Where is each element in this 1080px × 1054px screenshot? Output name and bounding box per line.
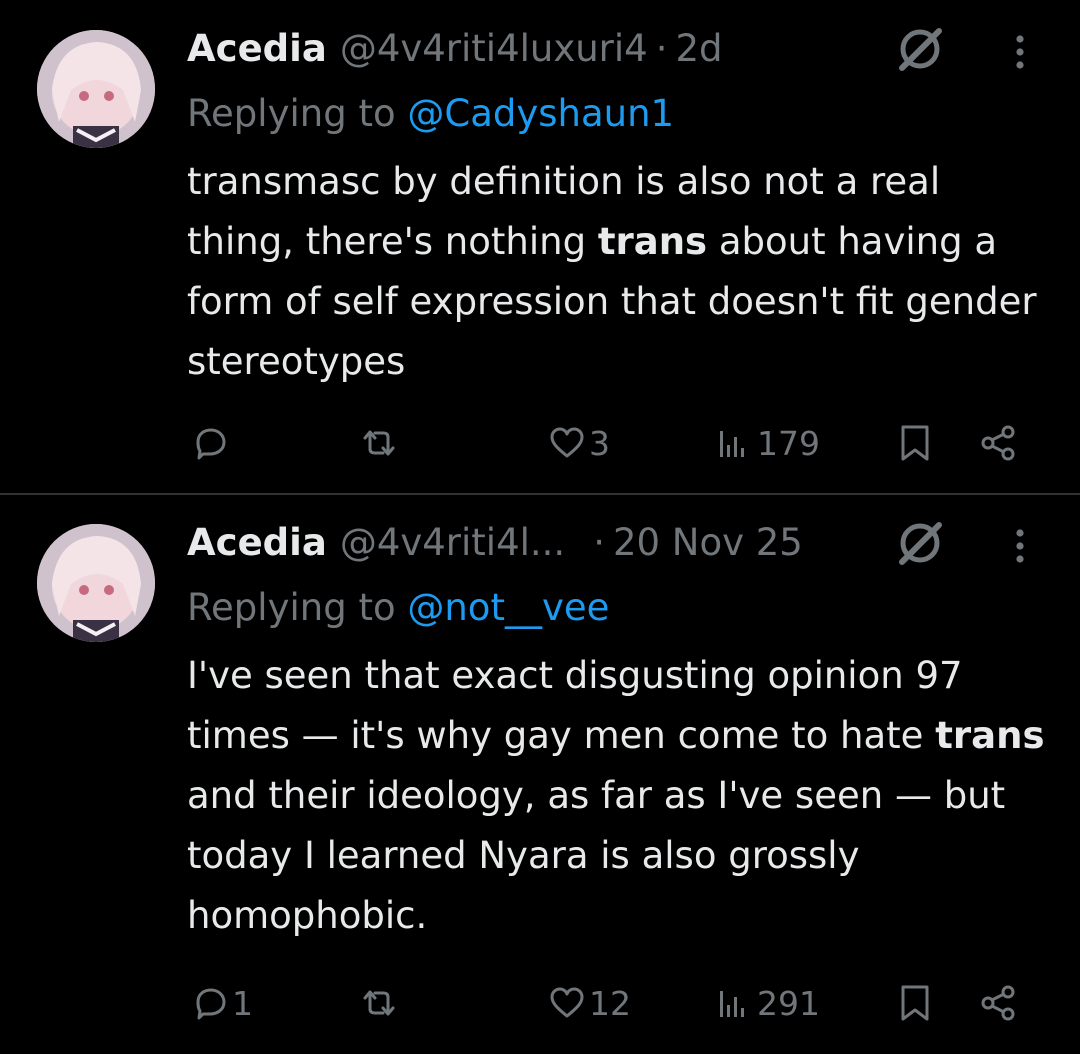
retweet-icon [363, 430, 395, 456]
view-count: 179 [757, 423, 820, 463]
share-icon [981, 425, 1015, 461]
views-bar-chart-icon [720, 431, 744, 457]
bookmark-button[interactable] [895, 418, 935, 468]
heart-icon [550, 427, 584, 458]
tweet-text: I've seen that exact disgusting opinion … [187, 646, 1047, 946]
reply-button[interactable]: 1 [190, 978, 253, 1028]
like-count: 3 [589, 423, 610, 463]
like-count: 12 [589, 983, 631, 1023]
more-vertical-dots-icon[interactable] [1005, 32, 1035, 72]
tweet[interactable]: Acedia @4v4riti4luxuri4 · 2d Replying to… [0, 0, 1080, 494]
view-count: 291 [757, 983, 820, 1023]
user-handle[interactable]: @4v4riti4luxuri4 [340, 24, 648, 74]
replying-to-label: Replying to [187, 92, 408, 135]
display-name[interactable]: Acedia [187, 24, 327, 74]
action-bar: 3 179 [187, 418, 1047, 468]
grok-slash-circle-icon[interactable] [893, 516, 947, 570]
tweet-text-highlight: trans [935, 714, 1045, 757]
share-icon [981, 985, 1015, 1021]
retweet-icon [363, 990, 395, 1016]
grok-slash-circle-icon[interactable] [893, 22, 947, 76]
like-button[interactable]: 3 [547, 418, 610, 468]
separator-dot: · [655, 27, 668, 70]
separator-dot: · [593, 521, 605, 564]
replying-to-line: Replying to @Cadyshaun1 [187, 88, 674, 140]
tweet-text-segment: I've seen that exact disgusting opinion … [187, 654, 963, 757]
more-vertical-dots-icon[interactable] [1005, 526, 1035, 566]
tweet-text: transmasc by definition is also not a re… [187, 152, 1047, 392]
avatar-image [37, 524, 155, 642]
bookmark-icon [901, 425, 929, 461]
reply-bubble-icon [196, 988, 226, 1020]
timestamp[interactable]: 2d [675, 24, 722, 74]
reply-bubble-icon [196, 428, 226, 460]
avatar-image [37, 30, 155, 148]
share-button[interactable] [978, 978, 1018, 1028]
action-bar: 1 12 291 [187, 978, 1047, 1028]
replying-to-label: Replying to [187, 586, 408, 629]
views-bar-chart-icon [720, 991, 744, 1017]
replying-to-line: Replying to @not__vee [187, 582, 609, 634]
user-handle[interactable]: @4v4riti4l... [340, 518, 565, 568]
avatar[interactable] [37, 524, 155, 642]
views-button[interactable]: 291 [715, 978, 820, 1028]
share-button[interactable] [978, 418, 1018, 468]
retweet-button[interactable] [359, 978, 401, 1028]
views-button[interactable]: 179 [715, 418, 820, 468]
tweet-header: Acedia @4v4riti4l... · 20 Nov 25 [187, 518, 803, 568]
tweet-text-highlight: trans [597, 220, 708, 263]
bookmark-icon [901, 985, 929, 1021]
tweet[interactable]: Acedia @4v4riti4l... · 20 Nov 25 Replyin… [0, 494, 1080, 1054]
tweet-header: Acedia @4v4riti4luxuri4 · 2d [187, 24, 723, 74]
avatar[interactable] [37, 30, 155, 148]
like-button[interactable]: 12 [547, 978, 631, 1028]
reply-count: 1 [232, 983, 253, 1023]
mention-link[interactable]: @not__vee [407, 586, 609, 629]
display-name[interactable]: Acedia [187, 518, 327, 568]
reply-button[interactable] [190, 418, 232, 468]
bookmark-button[interactable] [895, 978, 935, 1028]
retweet-button[interactable] [359, 418, 401, 468]
mention-link[interactable]: @Cadyshaun1 [407, 92, 674, 135]
heart-icon [550, 987, 584, 1018]
tweet-text-segment: and their ideology, as far as I've seen … [187, 774, 1006, 937]
timestamp[interactable]: 20 Nov 25 [613, 518, 803, 568]
